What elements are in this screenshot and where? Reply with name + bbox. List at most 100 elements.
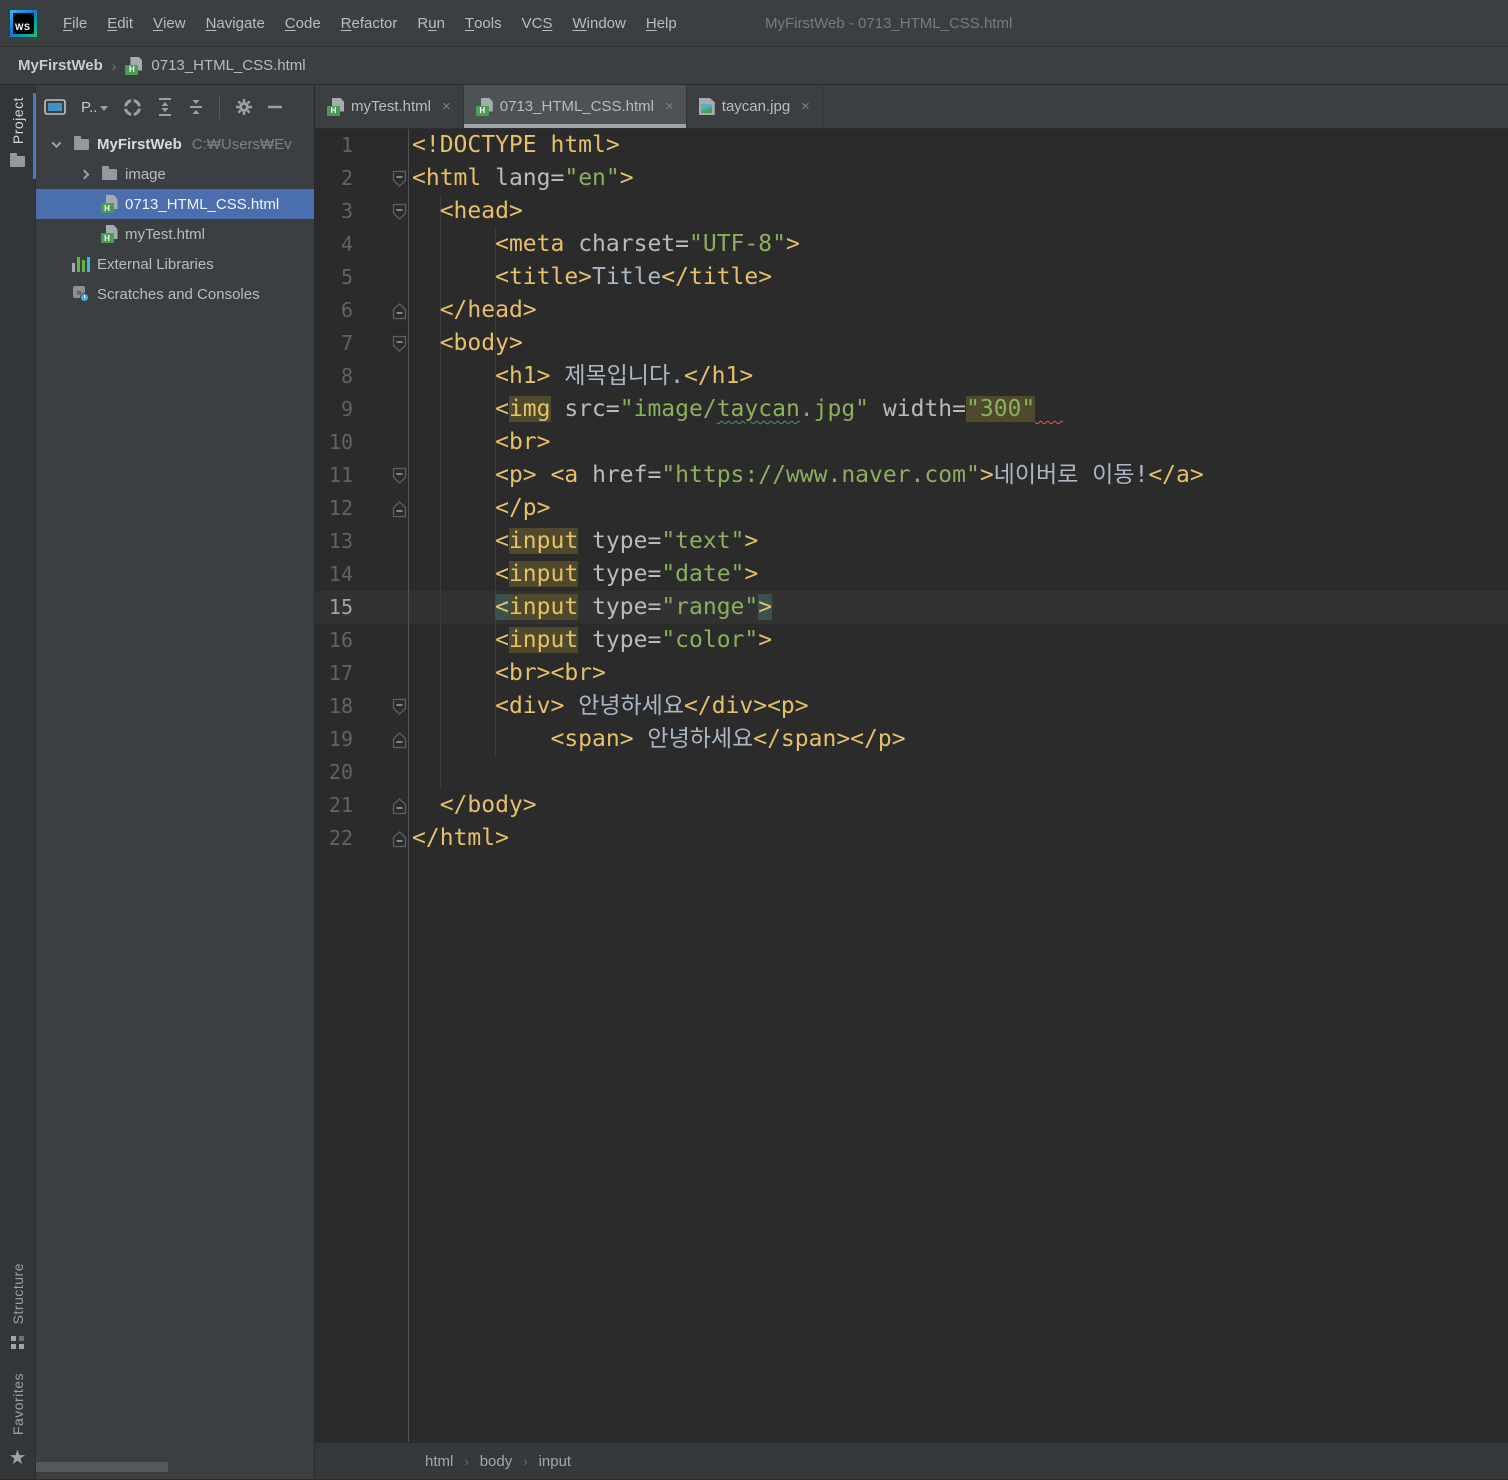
code-token: "image/ [619,396,717,422]
fold-end-icon[interactable] [353,302,408,320]
breadcrumb-file[interactable]: 0713_HTML_CSS.html [151,57,305,74]
code-text: <p> <a href="https://www.naver.com">네이버로… [408,459,1204,492]
fold-collapse-icon[interactable] [353,467,408,485]
menu-vcs[interactable]: VC S [512,0,563,46]
tree-item-external-libraries[interactable]: External Libraries [36,249,314,279]
fold-end-icon[interactable] [353,731,408,749]
fold-collapse-icon[interactable] [353,698,408,716]
stripe-label-structure: Structure [9,1262,26,1324]
editor-tab-taycan-jpg[interactable]: taycan.jpg × [687,85,823,128]
fold-end-icon[interactable] [353,500,408,518]
code-line-4: 4 <meta charset="UTF-8"> [315,228,1508,261]
expand-all-icon[interactable] [157,97,173,117]
close-icon[interactable]: × [801,98,810,115]
hide-panel-icon[interactable] [268,105,283,109]
code-text: <title>Title</title> [408,261,772,294]
settings-gear-icon[interactable] [235,98,253,116]
project-view-mode-icon[interactable] [44,98,66,116]
code-line-6: 6 </head> [315,294,1508,327]
code-token: > [619,165,634,191]
editor-tab-mytest-html[interactable]: HmyTest.html × [315,85,464,128]
project-view-selector[interactable]: P.. [81,99,109,116]
menu-help[interactable]: Help [636,0,687,46]
tree-item-scratches-and-consoles[interactable]: » Scratches and Consoles [36,279,314,309]
code-line-9: 9 <img src="image/taycan.jpg" width="300… [315,393,1508,426]
fold-collapse-icon[interactable] [353,203,408,221]
menu-window[interactable]: Window [562,0,635,46]
stripe-button-favorites[interactable]: Favorites ★ [0,1361,35,1479]
tree-item-label: myTest.html [125,225,206,243]
code-token: 안녕하세요 [633,726,754,752]
code-text: <input type="text"> [408,525,758,558]
menu-code[interactable]: Code [275,0,331,46]
code-token: > [979,462,994,488]
tree-item-0713-html-css-html[interactable]: H 0713_HTML_CSS.html [36,189,314,219]
tree-item-mytest-html[interactable]: HmyTest.html [36,219,314,249]
tree-item-myfirstweb[interactable]: MyFirstWeb C:₩Users₩Ev [36,129,314,159]
code-token: <head> [439,198,523,224]
code-token: < [495,528,509,554]
code-token: "300" [966,396,1036,422]
editor-breadcrumbs: html › body › input [315,1442,1508,1479]
menu-run[interactable]: Run [407,0,455,46]
code-line-7: 7 <body> [315,327,1508,360]
menu-tools[interactable]: Tools [455,0,512,46]
tab-label: 0713_HTML_CSS.html [499,98,655,115]
breadcrumb-input[interactable]: input [539,1453,572,1470]
html-file-icon: H [100,195,118,213]
editor-tab-0713-html-css-html[interactable]: H 0713_HTML_CSS.html × [463,85,687,128]
chevron-down-icon [100,106,109,111]
code-text: </head> [408,294,537,327]
project-folder-icon [10,153,25,168]
menu-view[interactable]: View [143,0,196,46]
image-file-icon [698,98,715,115]
code-token: 네이버로 이동! [993,462,1149,488]
code-text: </p> [408,492,550,525]
stripe-button-structure[interactable]: Structure [0,1251,35,1361]
menu-edit[interactable]: Edit [97,0,143,46]
breadcrumb-html[interactable]: html [425,1453,453,1470]
chevron-right-icon: › [523,1453,528,1469]
tree-item-image[interactable]: image [36,159,314,189]
code-token: <title> [495,264,593,290]
code-line-20: 20 [315,756,1508,789]
locate-file-icon[interactable] [123,98,142,117]
code-line-19: 19 <span> 안녕하세요</span></p> [315,723,1508,756]
line-number: 6 [340,298,353,322]
line-number: 10 [328,430,353,454]
fold-end-icon[interactable] [353,797,408,815]
tree-item-label: MyFirstWeb [97,135,182,153]
stripe-label-favorites: Favorites [9,1372,26,1435]
stripe-button-project[interactable]: Project [0,85,36,180]
line-number: 4 [340,232,353,256]
fold-collapse-icon[interactable] [353,170,408,188]
collapse-all-icon[interactable] [188,97,204,117]
fold-collapse-icon[interactable] [353,335,408,353]
close-icon[interactable]: × [442,98,451,115]
menu-navigate[interactable]: Navigate [196,0,275,46]
code-text: <html lang="en"> [408,162,634,195]
line-number: 15 [328,595,353,619]
line-number: 2 [340,166,353,190]
code-token: img [508,396,551,422]
breadcrumb-project[interactable]: MyFirstWeb [18,57,103,74]
code-editor[interactable]: 1 <!DOCTYPE html> 2 <html lang="en"> 3 <head… [315,129,1508,1442]
code-token: "range" [661,594,759,620]
code-token: taycan [716,396,800,422]
fold-end-icon[interactable] [353,830,408,848]
line-number: 13 [328,529,353,553]
code-token: = [675,231,689,257]
breadcrumb-body[interactable]: body [480,1453,513,1470]
code-line-5: 5 <title>Title</title> [315,261,1508,294]
close-icon[interactable]: × [665,98,674,115]
menu-file[interactable]: File [53,0,97,46]
menu-refactor[interactable]: Refactor [331,0,408,46]
line-number: 7 [340,331,353,355]
chevron-down-icon [51,137,61,148]
horizontal-scrollbar[interactable] [36,1462,168,1472]
code-text: <h1> 제목입니다.</h1> [408,360,753,393]
